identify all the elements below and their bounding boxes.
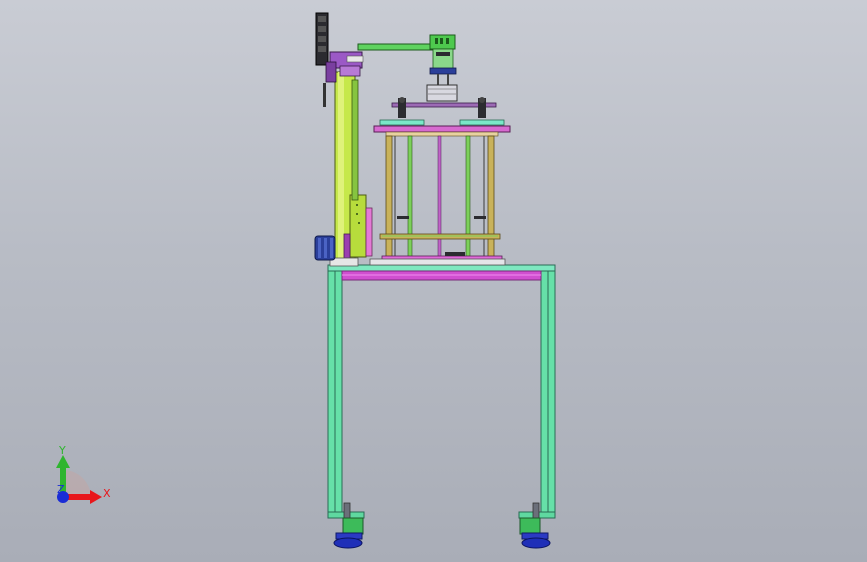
x-axis-label: X bbox=[103, 487, 111, 500]
cad-3d-viewport[interactable]: Y X Z bbox=[0, 0, 867, 562]
y-axis-label: Y bbox=[58, 444, 66, 457]
coordinate-triad: Y X Z bbox=[56, 444, 111, 504]
z-axis-label: Z bbox=[57, 483, 65, 496]
